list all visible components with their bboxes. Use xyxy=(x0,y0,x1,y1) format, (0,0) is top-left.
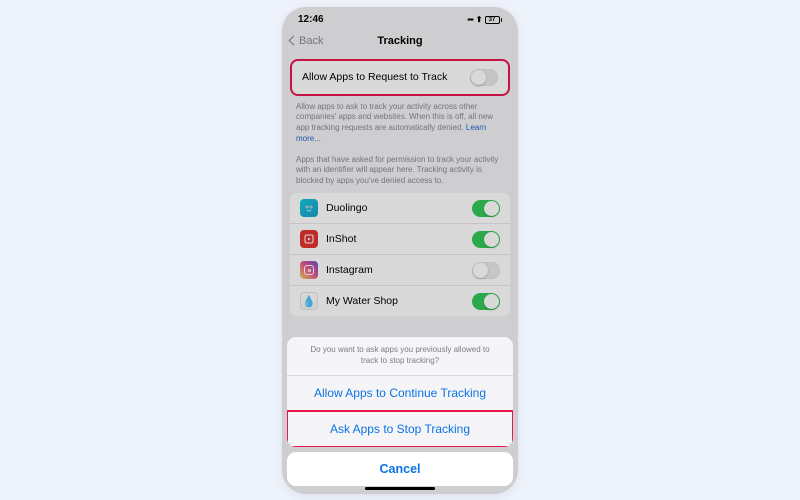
sheet-group: Do you want to ask apps you previously a… xyxy=(287,337,513,447)
cancel-group: Cancel xyxy=(287,452,513,486)
home-indicator[interactable] xyxy=(365,487,435,490)
ask-stop-tracking-button[interactable]: Ask Apps to Stop Tracking xyxy=(287,410,513,447)
cancel-button[interactable]: Cancel xyxy=(287,452,513,486)
allow-continue-tracking-button[interactable]: Allow Apps to Continue Tracking xyxy=(287,376,513,411)
action-sheet: Do you want to ask apps you previously a… xyxy=(287,337,513,486)
phone-frame: 12:46 ▪▪▪ ⬆ 37 Back Tracking Allow Apps … xyxy=(282,7,518,494)
sheet-prompt: Do you want to ask apps you previously a… xyxy=(287,337,513,376)
